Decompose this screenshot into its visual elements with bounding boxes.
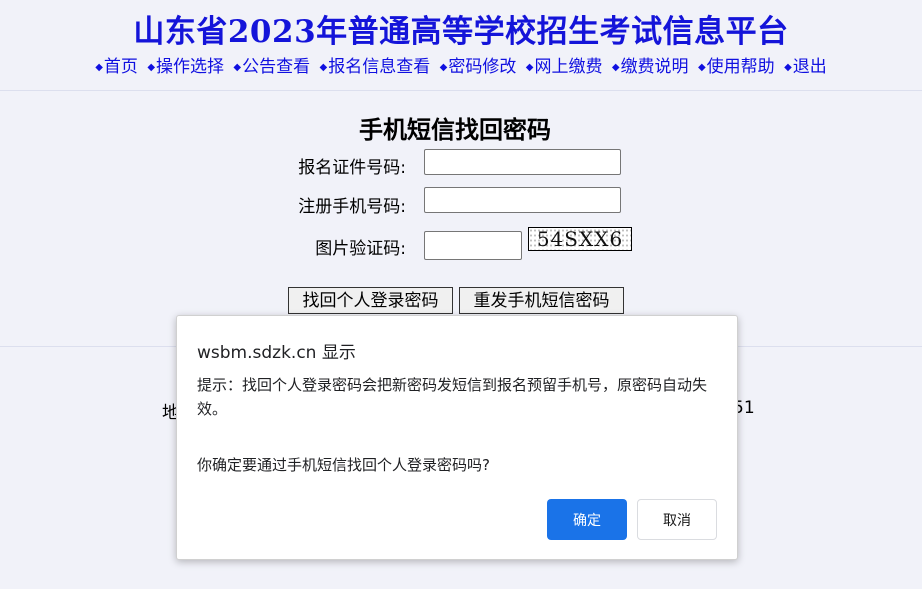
nav-logout[interactable]: ◆退出 xyxy=(784,57,827,77)
dialog-message: 提示：找回个人登录密码会把新密码发短信到报名预留手机号，原密码自动失效。 xyxy=(197,376,708,418)
nav-label: 缴费说明 xyxy=(620,57,689,77)
nav-online-payment[interactable]: ◆网上缴费 xyxy=(526,57,603,77)
nav-operation-select[interactable]: ◆操作选择 xyxy=(147,57,224,77)
cancel-button[interactable]: 取消 xyxy=(637,499,717,540)
captcha-label: 图片验证码: xyxy=(315,239,406,259)
nav-label: 公告查看 xyxy=(242,57,311,77)
nav-label: 密码修改 xyxy=(448,57,517,77)
top-nav: ◆首页 ◆操作选择 ◆公告查看 ◆报名信息查看 ◆密码修改 ◆网上缴费 ◆缴费说… xyxy=(0,52,922,77)
dialog-title: wsbm.sdzk.cn 显示 xyxy=(197,343,356,363)
nav-announcements[interactable]: ◆公告查看 xyxy=(233,57,310,77)
nav-label: 操作选择 xyxy=(156,57,225,77)
diamond-bullet-icon: ◆ xyxy=(233,62,242,73)
captcha-image[interactable]: 54SXX6 xyxy=(528,227,632,251)
diamond-bullet-icon: ◆ xyxy=(611,62,620,73)
id-number-label: 报名证件号码: xyxy=(298,158,406,178)
diamond-bullet-icon: ◆ xyxy=(439,62,448,73)
page-header: 山东省2023年普通高等学校招生考试信息平台 ◆首页 ◆操作选择 ◆公告查看 ◆… xyxy=(0,0,922,91)
id-number-input[interactable] xyxy=(424,149,621,175)
confirm-dialog: wsbm.sdzk.cn 显示 提示：找回个人登录密码会把新密码发短信到报名预留… xyxy=(176,315,738,560)
nav-label: 使用帮助 xyxy=(706,57,775,77)
nav-label: 网上缴费 xyxy=(534,57,603,77)
nav-password-change[interactable]: ◆密码修改 xyxy=(440,57,517,77)
form-title: 手机短信找回密码 xyxy=(359,116,551,144)
diamond-bullet-icon: ◆ xyxy=(784,62,792,73)
phone-number-label: 注册手机号码: xyxy=(298,197,406,217)
diamond-bullet-icon: ◆ xyxy=(95,62,103,73)
diamond-bullet-icon: ◆ xyxy=(319,62,328,73)
nav-label: 首页 xyxy=(103,57,138,77)
diamond-bullet-icon: ◆ xyxy=(525,62,534,73)
diamond-bullet-icon: ◆ xyxy=(147,62,156,73)
nav-help[interactable]: ◆使用帮助 xyxy=(698,57,775,77)
captcha-input[interactable] xyxy=(424,231,522,260)
diamond-bullet-icon: ◆ xyxy=(697,62,706,73)
dialog-question: 你确定要通过手机短信找回个人登录密码吗? xyxy=(197,456,490,474)
nav-payment-instructions[interactable]: ◆缴费说明 xyxy=(612,57,689,77)
resend-sms-button[interactable]: 重发手机短信密码 xyxy=(459,287,624,314)
nav-label: 报名信息查看 xyxy=(328,57,431,77)
ok-button[interactable]: 确定 xyxy=(547,499,627,540)
recover-password-button[interactable]: 找回个人登录密码 xyxy=(288,287,453,314)
nav-label: 退出 xyxy=(792,57,827,77)
nav-registration-info[interactable]: ◆报名信息查看 xyxy=(320,57,431,77)
phone-number-input[interactable] xyxy=(424,187,621,213)
nav-home[interactable]: ◆首页 xyxy=(95,57,138,77)
site-title: 山东省2023年普通高等学校招生考试信息平台 xyxy=(133,14,789,50)
